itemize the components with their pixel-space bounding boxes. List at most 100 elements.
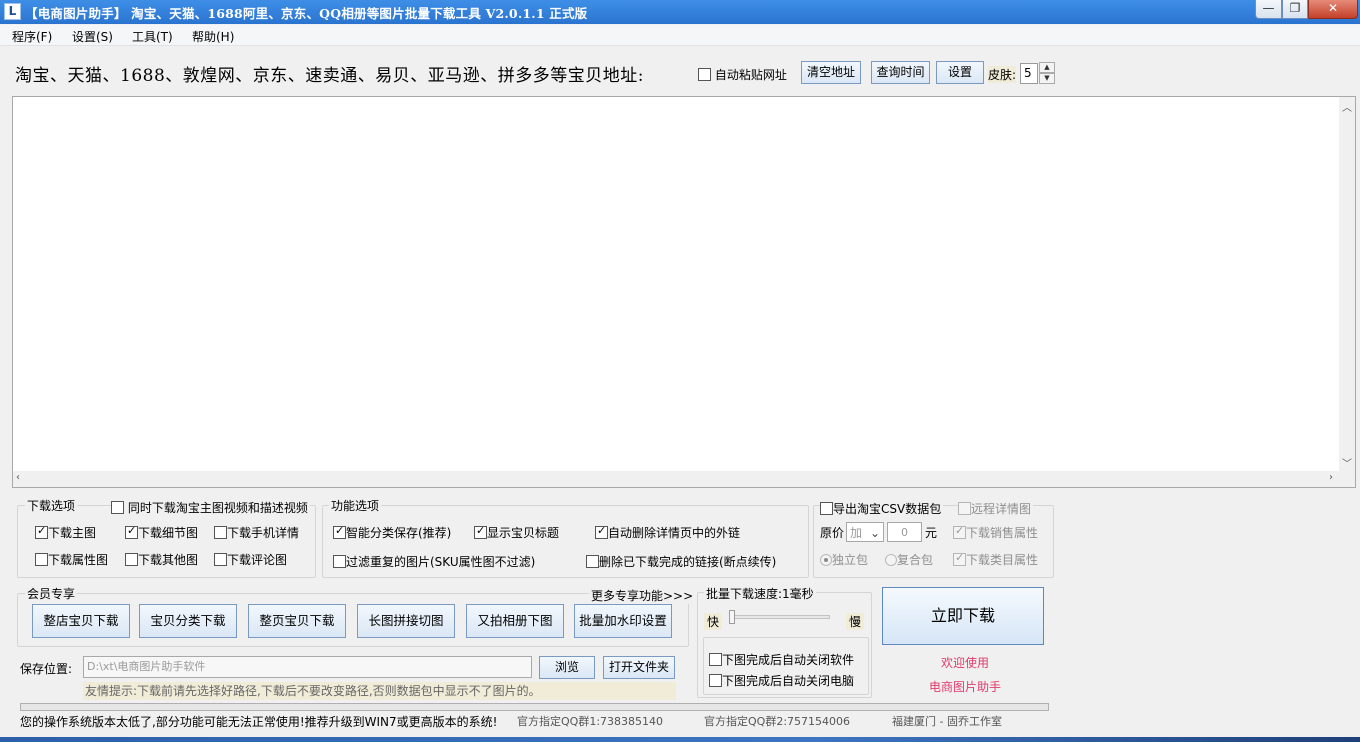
scroll-left-icon[interactable]: ‹ <box>16 472 20 483</box>
delete-finished-label: 删除已下载完成的链接(断点续传) <box>599 555 777 569</box>
dl-main-image-option[interactable]: 下载主图 <box>35 524 96 541</box>
menu-settings[interactable]: 设置(S) <box>72 28 113 45</box>
skin-up-icon[interactable]: ▲ <box>1039 62 1055 73</box>
menu-tools[interactable]: 工具(T) <box>132 28 173 45</box>
auto-paste-option[interactable]: 自动粘贴网址 <box>698 66 787 83</box>
query-time-button[interactable]: 查询时间 <box>871 61 930 84</box>
show-title-label: 显示宝贝标题 <box>487 526 560 540</box>
more-features-link[interactable]: 更多专享功能>>> <box>589 587 696 604</box>
speed-fast-label: 快 <box>704 613 722 630</box>
shutdown-option[interactable]: 下图完成后自动关闭电脑 <box>709 672 854 689</box>
auto-paste-checkbox[interactable] <box>698 68 711 81</box>
category-attr-label: 下载类目属性 <box>966 553 1039 567</box>
smart-classify-checkbox[interactable] <box>333 524 346 539</box>
dl-attr-image-option[interactable]: 下载属性图 <box>35 551 108 568</box>
address-textarea[interactable]: ︿ ﹀ ‹ › <box>12 96 1356 488</box>
close-button[interactable]: ✕ <box>1308 0 1358 19</box>
dl-other-image-checkbox[interactable] <box>125 553 138 566</box>
close-app-checkbox[interactable] <box>709 653 722 666</box>
scroll-down-icon[interactable]: ﹀ <box>1342 455 1352 470</box>
filter-duplicate-label: 过滤重复的图片(SKU属性图不过滤) <box>346 555 536 569</box>
dl-other-image-option[interactable]: 下载其他图 <box>125 551 198 568</box>
export-csv-checkbox[interactable] <box>820 502 833 515</box>
export-csv-option[interactable]: 导出淘宝CSV数据包 <box>820 500 944 517</box>
show-title-option[interactable]: 显示宝贝标题 <box>474 524 559 541</box>
remote-detail-option[interactable]: 远程详情图 <box>958 500 1034 517</box>
speed-slider[interactable] <box>729 610 830 624</box>
clear-address-button[interactable]: 清空地址 <box>801 61 861 84</box>
category-attr-option[interactable]: 下载类目属性 <box>953 551 1038 568</box>
sales-attr-option[interactable]: 下载销售属性 <box>953 524 1038 541</box>
category-download-button[interactable]: 宝贝分类下载 <box>139 604 237 638</box>
remove-links-label: 自动删除详情页中的外链 <box>608 526 741 540</box>
shutdown-checkbox[interactable] <box>709 674 722 687</box>
single-package-radio[interactable] <box>820 554 832 566</box>
watermark-settings-button[interactable]: 批量加水印设置 <box>574 604 672 638</box>
skin-input[interactable]: 5 <box>1020 63 1038 84</box>
delete-finished-checkbox[interactable] <box>586 555 599 568</box>
price-value-input[interactable]: 0 <box>887 522 922 542</box>
dl-mobile-detail-checkbox[interactable] <box>214 526 227 539</box>
dl-review-image-checkbox[interactable] <box>214 553 227 566</box>
brand-text: 电商图片助手 <box>929 680 1002 694</box>
start-download-button[interactable]: 立即下载 <box>882 587 1044 645</box>
restore-button[interactable]: ❐ <box>1282 0 1308 19</box>
qq-group-1: 官方指定QQ群1:738385140 <box>517 715 664 728</box>
compound-package-radio[interactable] <box>885 554 897 566</box>
dl-review-image-option[interactable]: 下载评论图 <box>214 551 287 568</box>
compound-package-option[interactable]: 复合包 <box>885 551 933 568</box>
auto-paste-label: 自动粘贴网址 <box>714 68 787 82</box>
smart-classify-option[interactable]: 智能分类保存(推荐) <box>333 524 451 541</box>
minimize-button[interactable]: — <box>1255 0 1282 19</box>
skin-down-icon[interactable]: ▼ <box>1039 73 1055 84</box>
show-title-checkbox[interactable] <box>474 524 487 539</box>
sync-video-label: 同时下载淘宝主图视频和描述视频 <box>127 501 308 515</box>
page-download-button[interactable]: 整页宝贝下载 <box>248 604 346 638</box>
filter-duplicate-checkbox[interactable] <box>333 555 346 568</box>
sync-video-option[interactable]: 同时下载淘宝主图视频和描述视频 <box>111 499 310 516</box>
vertical-scrollbar[interactable]: ︿ ﹀ <box>1339 97 1355 471</box>
dl-detail-image-option[interactable]: 下载细节图 <box>125 524 198 541</box>
save-path-input[interactable]: D:\xt\电商图片助手软件 <box>83 656 532 678</box>
studio-text: 福建厦门 - 固乔工作室 <box>892 715 1002 728</box>
price-unit: 元 <box>925 526 938 540</box>
save-location-label: 保存位置: <box>20 662 73 676</box>
dl-detail-image-checkbox[interactable] <box>125 524 138 539</box>
menu-program[interactable]: 程序(F) <box>12 28 52 45</box>
member-title: 会员专享 <box>25 585 78 602</box>
speed-slow-label: 慢 <box>846 613 864 630</box>
download-options-title: 下载选项 <box>25 497 78 514</box>
url-label: 淘宝、天猫、1688、敦煌网、京东、速卖通、易贝、亚马逊、拼多多等宝贝地址: <box>15 66 644 86</box>
dl-attr-image-label: 下载属性图 <box>48 553 109 567</box>
open-folder-button[interactable]: 打开文件夹 <box>603 656 675 679</box>
price-operator-select[interactable]: 加 ⌄ <box>846 522 884 542</box>
youpai-album-button[interactable]: 又拍相册下图 <box>466 604 564 638</box>
delete-finished-option[interactable]: 删除已下载完成的链接(断点续传) <box>586 553 776 570</box>
remote-detail-checkbox[interactable] <box>958 502 971 515</box>
menu-help[interactable]: 帮助(H) <box>192 28 234 45</box>
dl-attr-image-checkbox[interactable] <box>35 553 48 566</box>
filter-duplicate-option[interactable]: 过滤重复的图片(SKU属性图不过滤) <box>333 553 535 570</box>
dl-main-image-checkbox[interactable] <box>35 524 48 539</box>
sales-attr-checkbox[interactable] <box>953 524 966 539</box>
scroll-right-icon[interactable]: › <box>1329 472 1333 483</box>
long-image-button[interactable]: 长图拼接切图 <box>357 604 455 638</box>
scroll-up-icon[interactable]: ︿ <box>1342 99 1352 114</box>
remove-links-checkbox[interactable] <box>595 524 608 539</box>
dl-mobile-detail-option[interactable]: 下载手机详情 <box>214 524 299 541</box>
chevron-down-icon: ⌄ <box>869 526 880 540</box>
speed-slider-thumb[interactable] <box>729 610 735 624</box>
shop-download-button[interactable]: 整店宝贝下载 <box>32 604 130 638</box>
browse-button[interactable]: 浏览 <box>539 656 595 679</box>
welcome-text: 欢迎使用 <box>941 656 990 670</box>
remove-links-option[interactable]: 自动删除详情页中的外链 <box>595 524 740 541</box>
category-attr-checkbox[interactable] <box>953 551 966 566</box>
horizontal-scrollbar[interactable]: ‹ › <box>13 471 1355 487</box>
remote-detail-label: 远程详情图 <box>971 502 1032 516</box>
close-app-option[interactable]: 下图完成后自动关闭软件 <box>709 651 854 668</box>
sync-video-checkbox[interactable] <box>111 501 124 514</box>
single-package-option[interactable]: 独立包 <box>820 551 868 568</box>
menu-bar: 程序(F) 设置(S) 工具(T) 帮助(H) <box>0 25 1360 46</box>
qq-group-2: 官方指定QQ群2:757154006 <box>704 715 851 728</box>
settings-button[interactable]: 设置 <box>936 61 984 84</box>
